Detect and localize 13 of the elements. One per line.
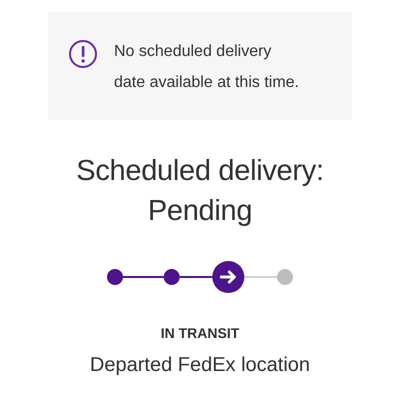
completed-step-dot [107,269,123,285]
completed-step-dot [164,269,180,285]
status-label: IN TRANSIT [160,324,240,343]
delivery-heading: Pending [146,194,254,229]
status-detail: Departed FedEx location [88,353,312,378]
current-step-icon [212,261,244,293]
pending-step-dot [277,269,293,285]
connector-line [244,276,277,278]
exclamation-icon [68,39,98,69]
delivery-heading: Scheduled delivery: [75,154,325,189]
connector-line [180,276,212,278]
connector-line [123,276,164,278]
notice-message: No scheduled delivery date available at this time. [114,42,300,93]
